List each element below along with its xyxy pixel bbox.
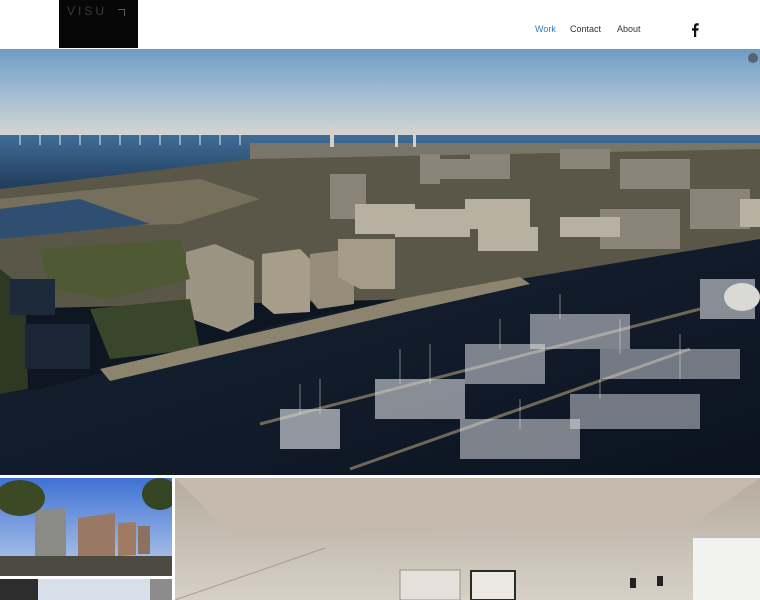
nav-work-link[interactable]: Work [535,24,556,34]
logo-mark-icon [118,9,125,16]
page: VISU Work Contact About [0,0,760,600]
interior-render-photo [175,478,760,600]
site-header: VISU Work Contact About [0,0,760,49]
nav-contact-link[interactable]: Contact [570,24,601,34]
gallery-item[interactable] [0,478,172,576]
facebook-icon[interactable] [689,23,701,37]
aerial-harbor-photo [0,49,760,475]
building-render-photo [0,478,172,576]
logo-text: VISU [67,4,108,18]
building-exterior-photo [0,579,172,600]
nav-about-link[interactable]: About [617,24,641,34]
logo[interactable]: VISU [59,0,138,48]
slider-dot-icon[interactable] [748,53,758,63]
hero-image[interactable] [0,49,760,475]
gallery-item[interactable] [0,579,172,600]
gallery-item[interactable] [175,478,760,600]
